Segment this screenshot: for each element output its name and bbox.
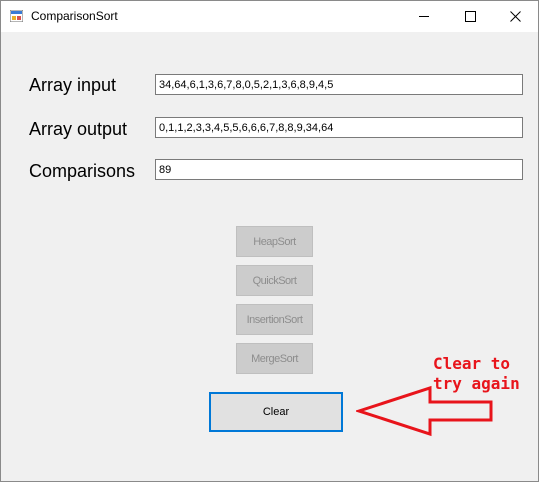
window-title: ComparisonSort — [31, 9, 118, 23]
annotation-line-2: try again — [433, 374, 520, 393]
minimize-icon — [418, 16, 429, 17]
annotation-line-1: Clear to — [433, 354, 511, 373]
comparisons-field[interactable]: 89 — [155, 159, 523, 180]
insertionsort-button[interactable]: InsertionSort — [236, 304, 313, 335]
close-icon — [509, 11, 521, 22]
maximize-icon — [464, 11, 476, 22]
app-icon — [10, 10, 23, 22]
array-output-field[interactable]: 0,1,1,2,3,3,4,5,5,6,6,6,7,8,8,9,34,64 — [155, 117, 523, 138]
comparisons-label: Comparisons — [29, 161, 136, 181]
quicksort-button[interactable]: QuickSort — [236, 265, 313, 296]
clear-button[interactable]: Clear — [209, 392, 343, 432]
close-button[interactable] — [492, 1, 538, 32]
annotation-text: Clear to try again — [433, 354, 520, 394]
app-window: ComparisonSort Array input 34,64,6,1,3,6… — [0, 0, 539, 482]
heapsort-button[interactable]: HeapSort — [236, 226, 313, 257]
array-output-label: Array output — [29, 119, 128, 139]
minimize-button[interactable] — [401, 1, 447, 32]
maximize-button[interactable] — [447, 1, 493, 32]
mergesort-button[interactable]: MergeSort — [236, 343, 313, 374]
array-input-label: Array input — [29, 75, 117, 95]
title-bar[interactable]: ComparisonSort — [1, 1, 538, 32]
array-input-field[interactable]: 34,64,6,1,3,6,7,8,0,5,2,1,3,6,8,9,4,5 — [155, 74, 523, 95]
